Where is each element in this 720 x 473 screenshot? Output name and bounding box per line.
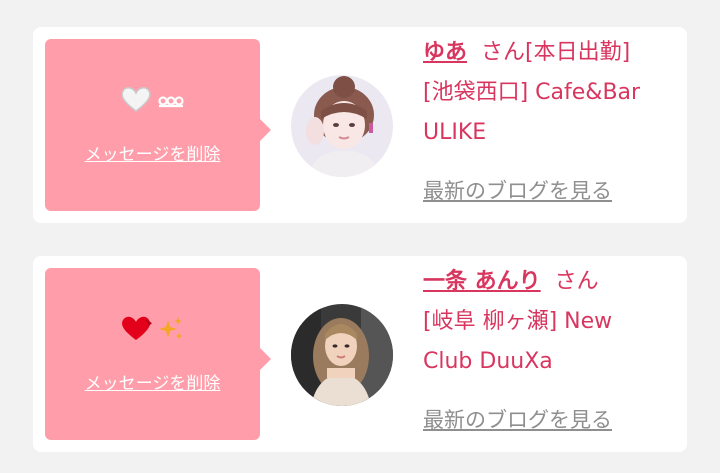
avatar[interactable] <box>291 75 393 177</box>
cast-info: ゆあ さん[本日出勤] [池袋西口] Cafe&Bar ULIKE <box>423 33 673 153</box>
latest-blog-link[interactable]: 最新のブログを見る <box>423 175 612 205</box>
honorific: さん <box>554 269 599 294</box>
message-bubble: メッセージを削除 <box>45 268 271 440</box>
message-card: メッセージを削除 ゆあ さん[本日出勤] [池袋西口] Cafe&Bar ULIK… <box>33 27 687 223</box>
cast-name-link[interactable]: 一条 あんり <box>423 269 541 294</box>
status-label: [本日出勤] <box>525 40 631 65</box>
shop-line: [岐阜 柳ヶ瀬] New <box>423 309 613 334</box>
shop-name: Club DuuXa <box>423 349 553 374</box>
white-heart-icon <box>120 87 184 112</box>
shop-name: ULIKE <box>423 120 487 145</box>
latest-blog-link[interactable]: 最新のブログを見る <box>423 404 612 434</box>
message-card: メッセージを削除 一条 あんり さん [岐阜 柳ヶ瀬] New Club DuuX… <box>33 256 687 452</box>
sparkles-icon <box>158 317 182 339</box>
delete-message-link[interactable]: メッセージを削除 <box>45 140 260 165</box>
loops-icon <box>157 96 184 108</box>
message-emojis <box>45 314 260 344</box>
honorific: さん <box>481 40 526 65</box>
delete-message-link[interactable]: メッセージを削除 <box>45 369 260 394</box>
cast-name-link[interactable]: ゆあ <box>423 40 467 65</box>
red-heart-icon <box>121 316 182 340</box>
cast-info: 一条 あんり さん [岐阜 柳ヶ瀬] New Club DuuXa <box>423 262 673 382</box>
shop-line: [池袋西口] Cafe&Bar <box>423 80 641 105</box>
avatar[interactable] <box>291 304 393 406</box>
message-bubble: メッセージを削除 <box>45 39 271 211</box>
message-emojis <box>45 85 260 115</box>
